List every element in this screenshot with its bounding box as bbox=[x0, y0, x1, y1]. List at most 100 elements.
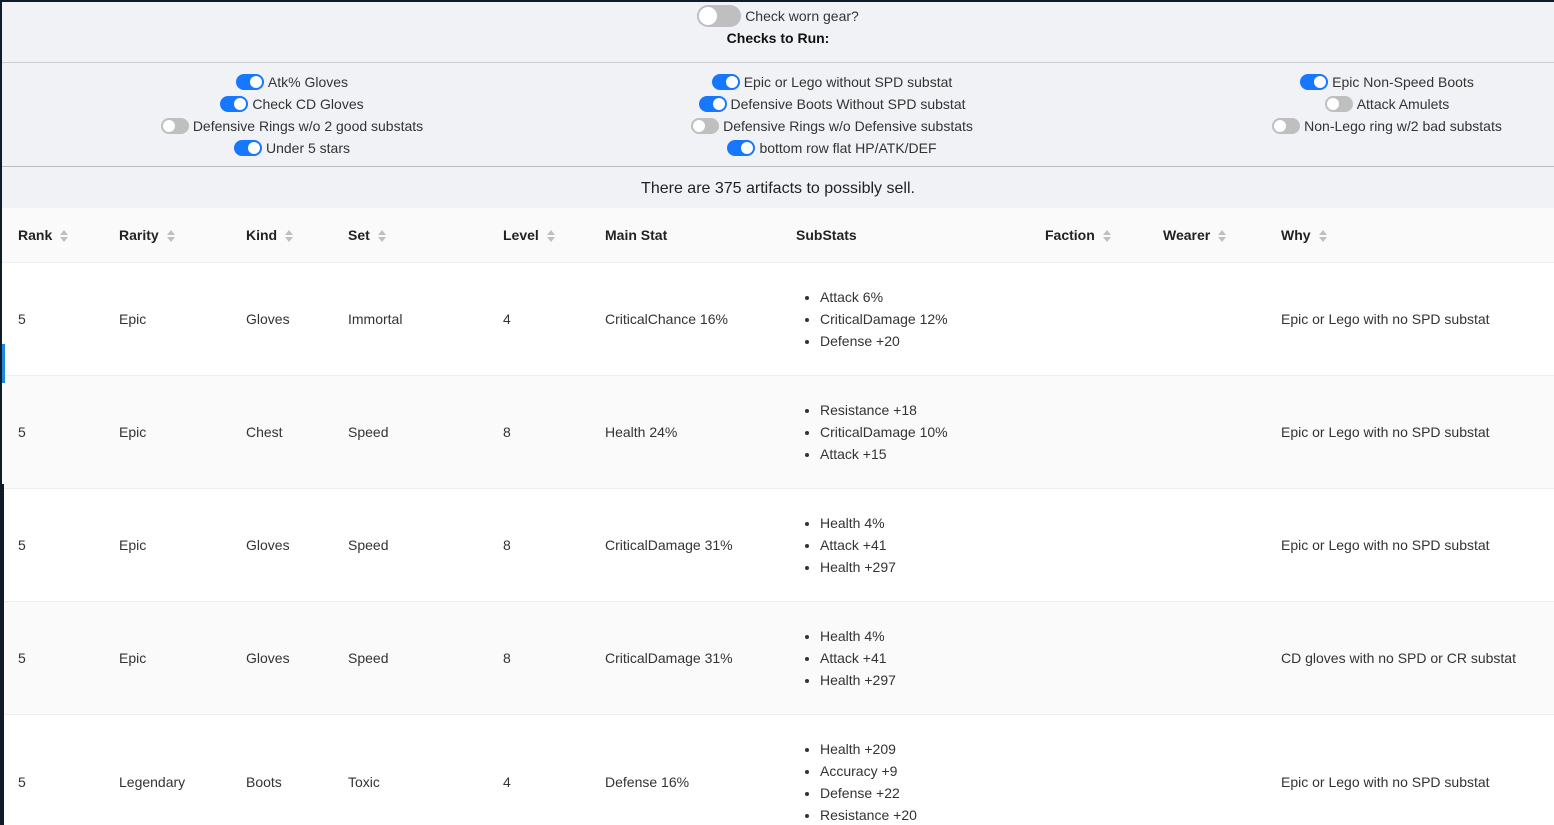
substat-item: Health +297 bbox=[820, 669, 1029, 691]
header-level[interactable]: Level bbox=[487, 208, 589, 263]
check-toggle[interactable] bbox=[698, 96, 727, 112]
cell-kind: Gloves bbox=[230, 488, 332, 602]
cell-why: Epic or Lego with no SPD substat bbox=[1265, 488, 1554, 602]
substat-item: Accuracy +9 bbox=[820, 760, 1029, 782]
cell-set: Speed bbox=[332, 601, 487, 715]
check-option[interactable]: Defensive Boots Without SPD substat bbox=[698, 93, 966, 115]
header-wearer-label: Wearer bbox=[1163, 226, 1211, 243]
table-row[interactable]: 5EpicChestSpeed8Health 24% Resistance +18… bbox=[2, 375, 1554, 489]
cell-main-stat: CriticalChance 16% bbox=[589, 262, 780, 376]
sort-icon[interactable] bbox=[285, 229, 294, 243]
substats-list: Health +209Accuracy +9Defense +22Resista… bbox=[820, 738, 1029, 825]
check-toggle[interactable] bbox=[711, 74, 740, 90]
cell-set: Toxic bbox=[332, 714, 487, 825]
check-toggle[interactable] bbox=[235, 74, 264, 90]
sort-icon[interactable] bbox=[166, 229, 175, 243]
worn-gear-option[interactable]: Check worn gear? bbox=[2, 5, 1554, 27]
checks-panel: Atk% Gloves Check CD Gloves Defensive Ring… bbox=[2, 63, 1554, 167]
check-option[interactable]: bottom row flat HP/ATK/DEF bbox=[727, 137, 937, 159]
artifacts-table: Rank Rarity Kind Set Level Main Stat Sub… bbox=[2, 208, 1554, 825]
header-faction[interactable]: Faction bbox=[1029, 208, 1147, 263]
cell-faction bbox=[1029, 262, 1147, 376]
check-option[interactable]: Check CD Gloves bbox=[220, 93, 364, 115]
check-toggle[interactable] bbox=[220, 96, 249, 112]
cell-main-stat: Defense 16% bbox=[589, 714, 780, 825]
header-why[interactable]: Why bbox=[1265, 208, 1554, 263]
table-row[interactable]: 5EpicGlovesSpeed8CriticalDamage 31% Healt… bbox=[2, 601, 1554, 715]
window-edge bbox=[2, 484, 4, 825]
cell-kind: Boots bbox=[230, 714, 332, 825]
substats-list: Health 4%Attack +41Health +297 bbox=[820, 512, 1029, 578]
substats-list: Resistance +18CriticalDamage 10%Attack +… bbox=[820, 399, 1029, 465]
header-why-label: Why bbox=[1281, 226, 1311, 243]
cell-kind: Gloves bbox=[230, 262, 332, 376]
checks-column-1: Atk% Gloves Check CD Gloves Defensive Ring… bbox=[102, 71, 482, 159]
check-toggle[interactable] bbox=[1272, 118, 1301, 134]
check-option[interactable]: Defensive Rings w/o 2 good substats bbox=[160, 115, 423, 137]
check-toggle[interactable] bbox=[1300, 74, 1329, 90]
header-kind[interactable]: Kind bbox=[230, 208, 332, 263]
check-option[interactable]: Epic or Lego without SPD substat bbox=[711, 71, 953, 93]
sort-icon[interactable] bbox=[377, 229, 386, 243]
checks-column-3: Epic Non-Speed Boots Attack Amulets Non-Le… bbox=[1202, 71, 1554, 137]
substats-list: Health 4%Attack +41Health +297 bbox=[820, 625, 1029, 691]
check-label: Atk% Gloves bbox=[267, 74, 349, 90]
cell-substats: Health 4%Attack +41Health +297 bbox=[780, 601, 1029, 715]
check-toggle[interactable] bbox=[1324, 96, 1353, 112]
check-label: Under 5 stars bbox=[265, 140, 351, 156]
header-rarity[interactable]: Rarity bbox=[103, 208, 230, 263]
table-row[interactable]: 5LegendaryBootsToxic4Defense 16% Health +… bbox=[2, 714, 1554, 825]
cell-wearer bbox=[1147, 714, 1265, 825]
checks-title: Checks to Run: bbox=[726, 30, 830, 46]
cell-rarity: Legendary bbox=[103, 714, 230, 825]
worn-gear-toggle[interactable] bbox=[697, 5, 742, 27]
check-toggle[interactable] bbox=[160, 118, 189, 134]
sort-icon[interactable] bbox=[1218, 229, 1227, 243]
check-label: Epic or Lego without SPD substat bbox=[743, 74, 953, 90]
substat-item: Attack +15 bbox=[820, 443, 1029, 465]
check-option[interactable]: Non-Lego ring w/2 bad substats bbox=[1272, 115, 1502, 137]
cell-rank: 5 bbox=[2, 262, 103, 376]
header-wearer[interactable]: Wearer bbox=[1147, 208, 1265, 263]
check-toggle[interactable] bbox=[233, 140, 262, 156]
check-option[interactable]: Epic Non-Speed Boots bbox=[1300, 71, 1474, 93]
cell-level: 8 bbox=[487, 488, 589, 602]
worn-gear-label: Check worn gear? bbox=[745, 8, 859, 24]
sort-icon[interactable] bbox=[1102, 229, 1111, 243]
header-rank-label: Rank bbox=[18, 226, 53, 243]
check-toggle[interactable] bbox=[691, 118, 720, 134]
substat-item: Attack +41 bbox=[820, 647, 1029, 669]
header-faction-label: Faction bbox=[1045, 226, 1095, 243]
check-label: Check CD Gloves bbox=[252, 96, 364, 112]
row-focus-indicator bbox=[2, 344, 5, 383]
substat-item: Health 4% bbox=[820, 625, 1029, 647]
summary-text: There are 375 artifacts to possibly sell… bbox=[2, 167, 1554, 208]
substat-item: Health 4% bbox=[820, 512, 1029, 534]
sort-icon[interactable] bbox=[546, 229, 555, 243]
cell-why: Epic or Lego with no SPD substat bbox=[1265, 714, 1554, 825]
cell-rarity: Epic bbox=[103, 262, 230, 376]
check-option[interactable]: Under 5 stars bbox=[233, 137, 351, 159]
substat-item: Defense +20 bbox=[820, 330, 1029, 352]
check-option[interactable]: Defensive Rings w/o Defensive substats bbox=[691, 115, 973, 137]
table-body: 5EpicGlovesImmortal4CriticalChance 16%At… bbox=[2, 262, 1554, 825]
check-toggle[interactable] bbox=[727, 140, 756, 156]
checks-column-2: Epic or Lego without SPD substat Defensiv… bbox=[632, 71, 1032, 159]
check-option[interactable]: Attack Amulets bbox=[1324, 93, 1449, 115]
table-row[interactable]: 5EpicGlovesImmortal4CriticalChance 16% At… bbox=[2, 262, 1554, 376]
header-set[interactable]: Set bbox=[332, 208, 487, 263]
header-rank[interactable]: Rank bbox=[2, 208, 103, 263]
sort-icon[interactable] bbox=[1318, 229, 1327, 243]
header-main-stat: Main Stat bbox=[589, 208, 780, 263]
check-option[interactable]: Atk% Gloves bbox=[235, 71, 349, 93]
check-label: Non-Lego ring w/2 bad substats bbox=[1304, 118, 1502, 134]
cell-substats: Health 4%Attack +41Health +297 bbox=[780, 488, 1029, 602]
cell-rank: 5 bbox=[2, 714, 103, 825]
header-set-label: Set bbox=[348, 226, 370, 243]
cell-rank: 5 bbox=[2, 601, 103, 715]
substat-item: CriticalDamage 12% bbox=[820, 308, 1029, 330]
cell-substats: Attack 6%CriticalDamage 12%Defense +20 bbox=[780, 262, 1029, 376]
cell-substats: Resistance +18CriticalDamage 10%Attack +… bbox=[780, 375, 1029, 489]
table-row[interactable]: 5EpicGlovesSpeed8CriticalDamage 31% Healt… bbox=[2, 488, 1554, 602]
sort-icon[interactable] bbox=[60, 229, 69, 243]
